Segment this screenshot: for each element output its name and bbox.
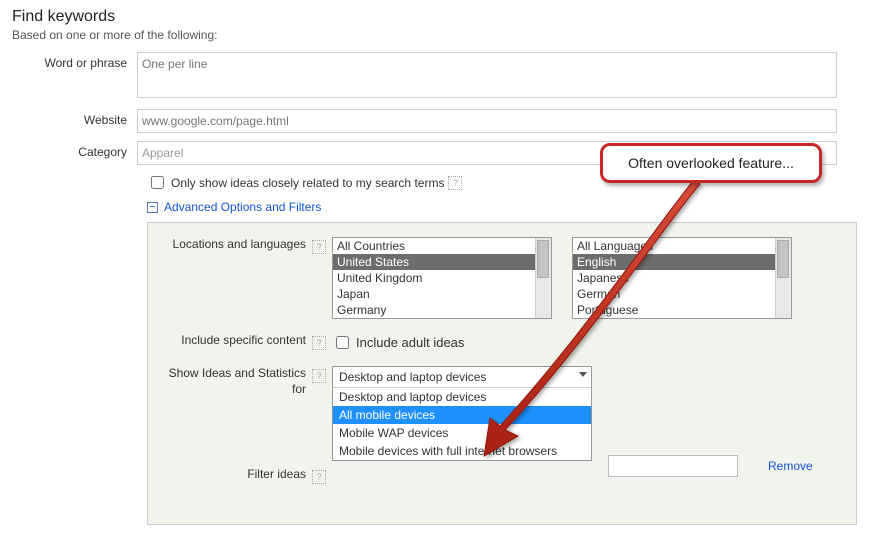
- filter-input[interactable]: [608, 455, 738, 477]
- word-phrase-label: Word or phrase: [12, 52, 137, 70]
- remove-link[interactable]: Remove: [768, 459, 813, 473]
- loc-lang-label: Locations and languages: [162, 237, 312, 253]
- only-related-label: Only show ideas closely related to my se…: [171, 176, 444, 190]
- website-input[interactable]: [137, 109, 837, 133]
- list-item[interactable]: Portuguese: [573, 302, 791, 318]
- annotation-callout: Often overlooked feature...: [600, 143, 822, 183]
- only-related-checkbox[interactable]: [151, 176, 164, 189]
- list-item[interactable]: German: [573, 286, 791, 302]
- device-selected-text: Desktop and laptop devices: [339, 370, 486, 384]
- category-label: Category: [12, 141, 137, 159]
- page-title: Find keywords: [12, 8, 858, 26]
- website-label: Website: [12, 109, 137, 127]
- collapse-icon[interactable]: −: [147, 202, 158, 213]
- help-icon[interactable]: ?: [312, 470, 326, 484]
- show-ideas-label: Show Ideas and Statistics for: [162, 366, 312, 397]
- device-option[interactable]: Desktop and laptop devices: [333, 388, 591, 406]
- include-adult-label: Include adult ideas: [356, 335, 464, 350]
- advanced-panel: Locations and languages ? All Countries …: [147, 222, 857, 525]
- annotation-text: Often overlooked feature...: [628, 155, 794, 171]
- list-item[interactable]: United States: [333, 254, 551, 270]
- list-item[interactable]: Germany: [333, 302, 551, 318]
- device-option[interactable]: Mobile devices with full internet browse…: [333, 442, 591, 460]
- list-item[interactable]: Japanese: [573, 270, 791, 286]
- device-select[interactable]: Desktop and laptop devices Desktop and l…: [332, 366, 592, 461]
- languages-listbox[interactable]: All Languages English Japanese German Po…: [572, 237, 792, 319]
- help-icon[interactable]: ?: [312, 369, 326, 383]
- device-option[interactable]: Mobile WAP devices: [333, 424, 591, 442]
- help-icon[interactable]: ?: [312, 336, 326, 350]
- help-icon[interactable]: ?: [312, 240, 326, 254]
- help-icon[interactable]: ?: [448, 176, 462, 190]
- include-content-label: Include specific content: [162, 333, 312, 349]
- list-item[interactable]: Japan: [333, 286, 551, 302]
- list-item[interactable]: All Countries: [333, 238, 551, 254]
- chevron-down-icon: [579, 372, 587, 377]
- advanced-options-link[interactable]: Advanced Options and Filters: [164, 200, 321, 214]
- list-item[interactable]: United Kingdom: [333, 270, 551, 286]
- page-subtitle: Based on one or more of the following:: [12, 28, 858, 42]
- scrollbar[interactable]: [535, 238, 551, 318]
- scrollbar[interactable]: [775, 238, 791, 318]
- device-option[interactable]: All mobile devices: [333, 406, 591, 424]
- filter-ideas-label: Filter ideas: [162, 467, 312, 483]
- device-select-value[interactable]: Desktop and laptop devices: [333, 367, 591, 388]
- locations-listbox[interactable]: All Countries United States United Kingd…: [332, 237, 552, 319]
- include-adult-checkbox[interactable]: [336, 336, 349, 349]
- word-phrase-input[interactable]: [137, 52, 837, 98]
- list-item[interactable]: English: [573, 254, 791, 270]
- list-item[interactable]: All Languages: [573, 238, 791, 254]
- list-item[interactable]: Brazil: [333, 318, 551, 319]
- device-dropdown-list: Desktop and laptop devices All mobile de…: [333, 388, 591, 460]
